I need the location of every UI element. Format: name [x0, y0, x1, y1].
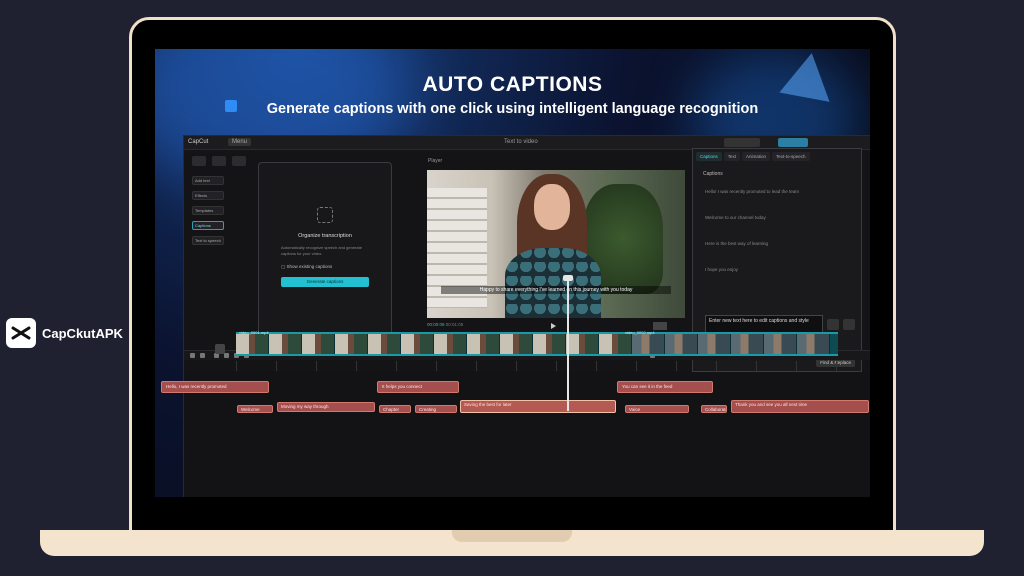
- caption-clip[interactable]: It helps you connect: [377, 381, 459, 393]
- properties-section-title: Captions: [703, 171, 723, 177]
- timeline-area[interactable]: [184, 372, 870, 497]
- video-clip-label: video_0002.mp4: [625, 330, 655, 335]
- caption-clip[interactable]: Hello, I was recently promoted: [161, 381, 269, 393]
- caption-row[interactable]: Hello! I was recently promoted to lead t…: [705, 189, 861, 203]
- video-track[interactable]: [236, 332, 838, 356]
- tab-animation[interactable]: Animation: [742, 152, 771, 161]
- select-icon[interactable]: [190, 353, 195, 358]
- caption-clip-selected[interactable]: Saving the best for later: [460, 400, 616, 413]
- sidebar-item-add-text[interactable]: Add text: [192, 176, 224, 185]
- delete-icon[interactable]: [224, 353, 229, 358]
- page: CapCkutAPK AUTO CAPTIONS Generate captio…: [0, 0, 1024, 576]
- tab-captions[interactable]: Captions: [696, 152, 722, 161]
- time-current: 00:00:08: [427, 322, 445, 327]
- laptop-notch: [452, 530, 572, 542]
- video-caption[interactable]: Happy to share everything I've learned o…: [441, 286, 671, 294]
- caption-clip[interactable]: Collaborate: [701, 405, 727, 413]
- video-player[interactable]: Happy to share everything I've learned o…: [427, 170, 685, 318]
- caption-clip[interactable]: Thank you and see you all next time: [731, 400, 869, 413]
- caption-clip[interactable]: Chapter: [379, 405, 411, 413]
- hero-title: AUTO CAPTIONS: [422, 73, 603, 96]
- caption-row[interactable]: Welcome to our channel today: [705, 215, 861, 229]
- caption-row[interactable]: Here is the best way of learning: [705, 241, 861, 255]
- transcribe-icon: [317, 207, 333, 223]
- text-icon[interactable]: [232, 156, 246, 166]
- checkbox-label: Show existing captions: [286, 264, 333, 269]
- brand-name: CapCkutAPK: [42, 325, 123, 341]
- captions-panel-title: Organize transcription: [298, 233, 352, 239]
- captions-panel-description: Automatically recognize speech and gener…: [281, 245, 362, 256]
- sidebar: Add text Effects Templates Captions Text…: [186, 152, 256, 342]
- sidebar-top-icons: [186, 152, 256, 170]
- video-person-body: [505, 248, 601, 318]
- caption-clip[interactable]: Voice: [625, 405, 689, 413]
- add-caption-button[interactable]: [827, 319, 839, 330]
- delete-caption-button[interactable]: [843, 319, 855, 330]
- sidebar-item-text-to-speech[interactable]: Text to speech: [192, 236, 224, 245]
- menu-button[interactable]: Menu: [228, 138, 252, 146]
- player-label: Player: [428, 158, 443, 164]
- caption-clip[interactable]: You can see it in the feed: [617, 381, 713, 393]
- undo-icon[interactable]: [200, 353, 205, 358]
- caption-clip[interactable]: Moving my way through: [277, 402, 375, 412]
- timeline-ruler[interactable]: [236, 361, 866, 371]
- sidebar-item-effects[interactable]: Effects: [192, 191, 224, 200]
- time-total: 00:01:05: [445, 322, 464, 327]
- caption-clip[interactable]: Welcome: [237, 405, 273, 413]
- playhead[interactable]: [567, 277, 569, 411]
- properties-tabs: Captions Text Animation Text-to-speech: [693, 149, 861, 161]
- audio-icon[interactable]: [212, 156, 226, 166]
- laptop-screen: AUTO CAPTIONS Generate captions with one…: [155, 49, 870, 497]
- brand: CapCkutAPK: [6, 318, 123, 348]
- show-captions-checkbox[interactable]: ▢ Show existing captions: [281, 264, 332, 270]
- captions-panel: Organize transcription Automatically rec…: [258, 162, 392, 337]
- tab-text[interactable]: Text: [723, 152, 741, 161]
- video-track-icon[interactable]: [215, 344, 225, 354]
- shortcut-button[interactable]: [724, 138, 760, 147]
- sidebar-item-captions[interactable]: Captions: [192, 221, 224, 230]
- sidebar-item-templates[interactable]: Templates: [192, 206, 224, 215]
- play-icon[interactable]: [551, 323, 556, 329]
- media-icon[interactable]: [192, 156, 206, 166]
- app-title: CapCut: [188, 139, 209, 145]
- project-title: Text to video: [504, 139, 538, 145]
- tab-text-to-speech[interactable]: Text-to-speech: [772, 152, 810, 161]
- video-person-face: [534, 184, 570, 230]
- caption-clip[interactable]: Creating: [415, 405, 457, 413]
- export-button[interactable]: [778, 138, 808, 147]
- capcut-logo-icon: [6, 318, 36, 348]
- caption-row[interactable]: I hope you enjoy: [705, 267, 861, 281]
- ratio-button[interactable]: [653, 322, 667, 330]
- hero-subtitle: Generate captions with one click using i…: [266, 101, 759, 117]
- generate-captions-button[interactable]: Generate captions: [281, 277, 369, 287]
- editor-window: CapCut Menu Text to video Add text Effec…: [183, 135, 870, 497]
- video-clip-label: video_0001.mp4: [239, 330, 269, 335]
